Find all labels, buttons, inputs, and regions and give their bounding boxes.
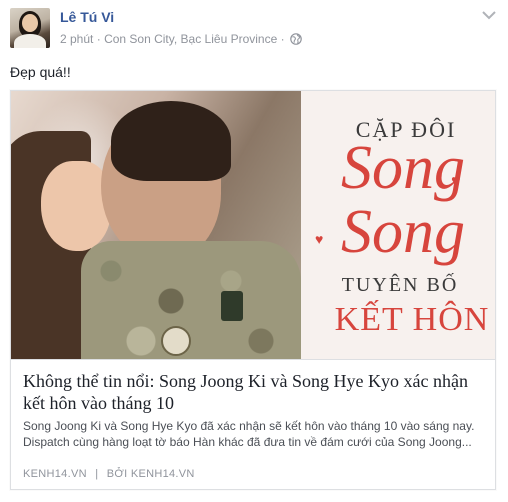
- source-divider: |: [95, 468, 99, 480]
- author-name[interactable]: Lê Tú Vi: [60, 9, 114, 25]
- feed-post: Lê Tú Vi 2 phút · Con Son City, Bạc Liêu…: [0, 0, 508, 502]
- avatar-face: [22, 14, 38, 32]
- image-text-line3: Song: [341, 198, 465, 266]
- heart-icon: ♥: [451, 173, 461, 190]
- image-text-line4: TUYÊN BỐ: [341, 274, 459, 296]
- image-text-line5: KẾT HÔN: [334, 301, 490, 338]
- photo-rank-patch: [221, 291, 243, 321]
- link-preview-body[interactable]: Không thể tin nổi: Song Joong Ki và Song…: [11, 359, 495, 490]
- post-location[interactable]: Con Son City, Bạc Liêu Province: [104, 32, 277, 46]
- photo-girl-face: [41, 161, 111, 251]
- chevron-down-icon[interactable]: [482, 10, 496, 20]
- post-time[interactable]: 2 phút: [60, 32, 93, 46]
- post-meta: 2 phút · Con Son City, Bạc Liêu Province…: [60, 32, 302, 46]
- heart-icon: ♥: [315, 231, 324, 247]
- by-label: BỞI: [106, 468, 128, 480]
- link-title[interactable]: Không thể tin nổi: Song Joong Ki và Song…: [23, 370, 483, 414]
- link-preview-image[interactable]: CẶP ĐÔI Song Song TUYÊN BỐ KẾT HÔN ♥ ♥: [11, 91, 495, 359]
- post-status-text: Đẹp quá!!: [10, 64, 71, 80]
- photo-military-uniform: [81, 241, 301, 359]
- image-text-line2: Song: [341, 134, 465, 202]
- couple-photo: [11, 91, 301, 359]
- avatar-body: [14, 34, 46, 48]
- globe-icon[interactable]: [290, 33, 302, 45]
- link-domain: KENH14.VN: [23, 468, 87, 480]
- link-source: KENH14.VN | BỞI KENH14.VN: [23, 468, 195, 480]
- link-preview-card[interactable]: CẶP ĐÔI Song Song TUYÊN BỐ KẾT HÔN ♥ ♥ K…: [10, 90, 496, 490]
- link-description: Song Joong Ki và Song Hye Kyo đã xác nhậ…: [23, 419, 475, 449]
- meta-separator: ·: [96, 32, 101, 46]
- image-overlay-text: CẶP ĐÔI Song Song TUYÊN BỐ KẾT HÔN ♥ ♥: [311, 91, 495, 359]
- avatar[interactable]: [10, 8, 50, 48]
- photo-boy-hair: [111, 101, 231, 181]
- meta-separator-2: ·: [280, 32, 285, 46]
- photo-badge: [161, 326, 191, 356]
- by-source-link[interactable]: KENH14.VN: [131, 468, 195, 480]
